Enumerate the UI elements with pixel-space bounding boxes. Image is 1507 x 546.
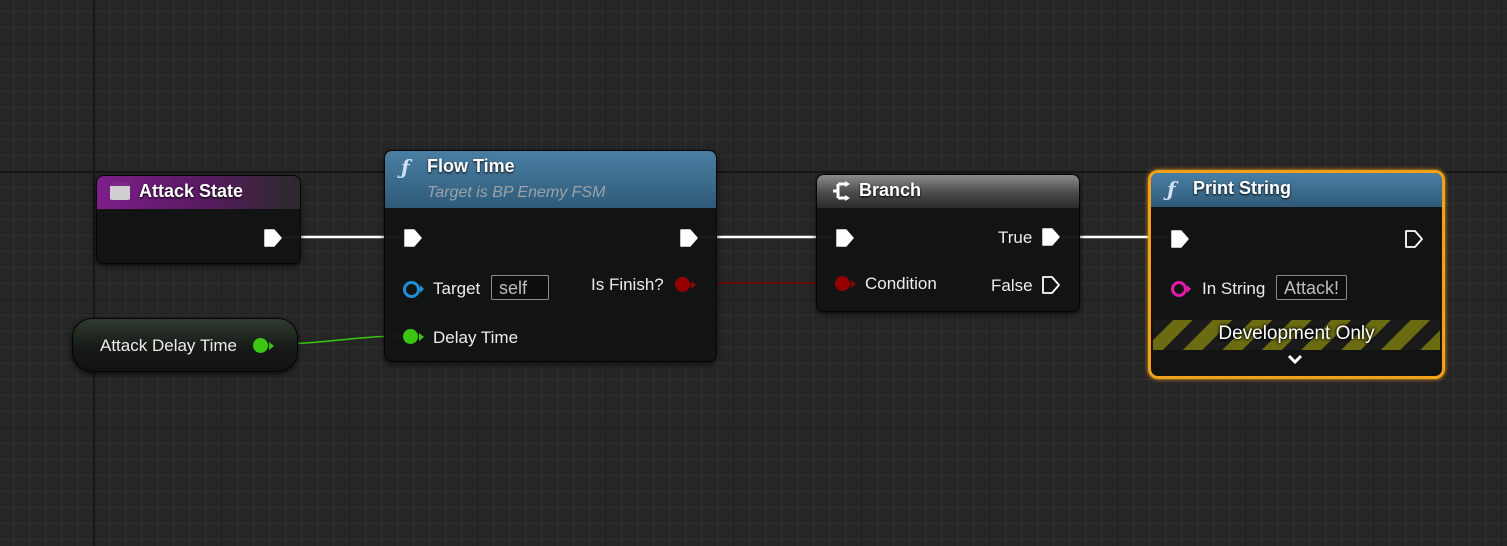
exec-in-pin[interactable] xyxy=(1170,229,1190,249)
target-label: Target xyxy=(433,279,481,298)
branch-icon xyxy=(833,181,850,201)
exec-true-pin[interactable] xyxy=(1041,227,1061,247)
boolean-in-pin-arrow xyxy=(851,280,856,288)
exec-in-pin[interactable] xyxy=(403,228,423,248)
exec-out-pin[interactable] xyxy=(679,228,699,248)
print-string-node[interactable]: ƒ Print String In String Attack! Develop… xyxy=(1148,170,1445,379)
development-only-label: Development Only xyxy=(1218,323,1375,344)
exec-in-pin[interactable] xyxy=(835,228,855,248)
in-string-value-field[interactable]: Attack! xyxy=(1276,275,1348,300)
exec-false-pin[interactable] xyxy=(1041,275,1061,295)
print-string-header[interactable]: ƒ Print String xyxy=(1151,173,1442,207)
delay-time-label: Delay Time xyxy=(433,328,519,347)
string-in-pin-arrow xyxy=(1187,285,1191,293)
function-icon: ƒ xyxy=(1167,177,1176,201)
true-label: True xyxy=(998,228,1033,247)
exec-out-pin[interactable] xyxy=(263,228,283,248)
float-in-pin[interactable] xyxy=(403,329,418,344)
attack-state-node[interactable]: Attack State xyxy=(96,175,301,264)
boolean-out-pin-arrow xyxy=(691,281,696,289)
false-label: False xyxy=(991,276,1033,295)
object-in-pin[interactable] xyxy=(403,281,420,298)
flow-time-subtitle: Target is BP Enemy FSM xyxy=(427,184,606,201)
flow-time-node[interactable]: ƒ Flow Time Target is BP Enemy FSM Targe… xyxy=(384,150,717,362)
attack-state-title: Attack State xyxy=(139,181,244,201)
target-value-field[interactable]: self xyxy=(491,275,549,300)
branch-header[interactable]: Branch xyxy=(817,175,1079,208)
boolean-in-pin[interactable] xyxy=(835,276,850,291)
in-string-label: In String xyxy=(1202,279,1266,298)
development-only-banner: Development Only xyxy=(1153,320,1440,350)
float-out-pin[interactable] xyxy=(253,338,268,353)
is-finish-label: Is Finish? xyxy=(591,275,664,294)
attack-state-header[interactable]: Attack State xyxy=(97,176,300,209)
condition-label: Condition xyxy=(865,274,937,293)
chevron-down-icon[interactable] xyxy=(1287,354,1303,366)
flow-time-header[interactable]: ƒ Flow Time Target is BP Enemy FSM xyxy=(385,151,716,208)
function-icon: ƒ xyxy=(401,155,410,179)
exec-out-pin[interactable] xyxy=(1404,229,1424,249)
branch-node[interactable]: Branch True Condition False xyxy=(816,174,1080,312)
float-out-pin-arrow xyxy=(269,342,274,350)
enum-icon xyxy=(110,182,130,200)
flow-time-title: Flow Time xyxy=(427,156,515,176)
branch-title: Branch xyxy=(859,180,922,200)
float-in-pin-arrow xyxy=(419,333,424,341)
print-string-title: Print String xyxy=(1193,178,1291,198)
boolean-out-pin[interactable] xyxy=(675,277,690,292)
string-in-pin[interactable] xyxy=(1171,281,1187,297)
object-in-pin-arrow xyxy=(420,285,424,293)
attack-delay-time-node[interactable]: Attack Delay Time xyxy=(72,318,298,372)
attack-delay-time-label: Attack Delay Time xyxy=(100,336,237,355)
